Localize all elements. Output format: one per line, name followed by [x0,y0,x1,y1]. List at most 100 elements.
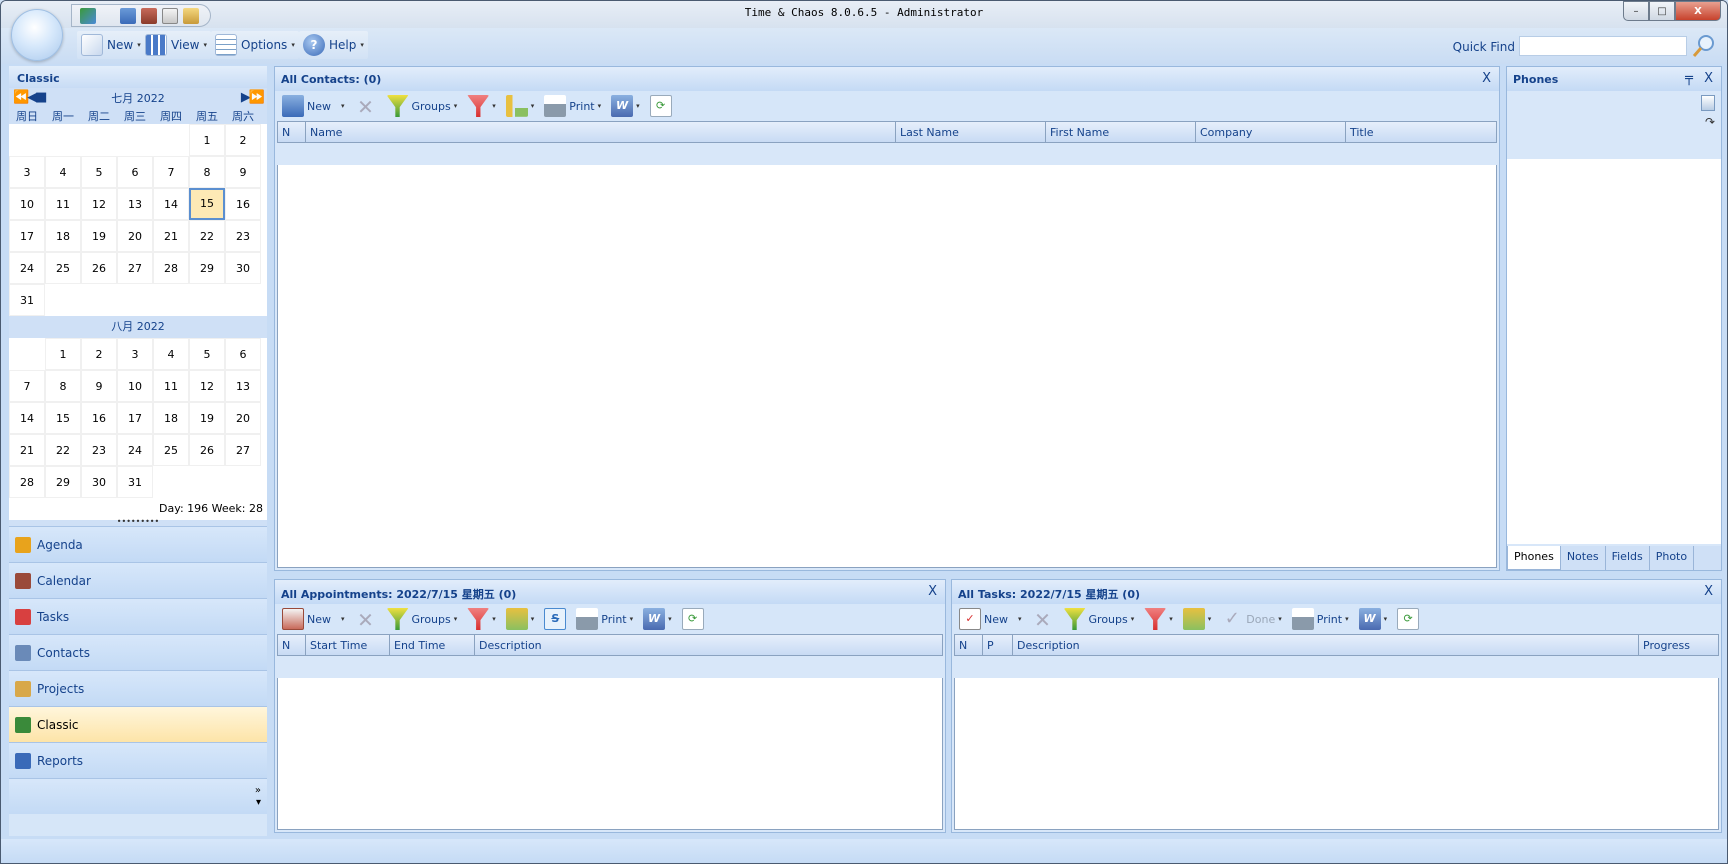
menu-options[interactable]: Options ▾ [211,31,299,59]
calendar-day[interactable]: 5 [81,156,117,188]
phones-list[interactable] [1507,159,1721,544]
calendar-day[interactable]: 22 [45,434,81,466]
refresh-button[interactable]: ⟳ [646,93,676,119]
new-appointment-icon[interactable] [141,7,157,24]
calendar-day[interactable]: 12 [189,370,225,402]
calendar-day[interactable]: 9 [81,370,117,402]
calendar-day[interactable]: 26 [81,252,117,284]
calendar-day[interactable]: 18 [45,220,81,252]
calendar-day[interactable]: 16 [81,402,117,434]
col-n[interactable]: N [954,635,982,655]
word-export-button[interactable]: W ▾ [1355,606,1392,632]
calendar-day[interactable]: 8 [189,156,225,188]
col-first-name[interactable]: First Name [1045,122,1195,142]
calendar-day[interactable]: 30 [81,466,117,498]
nav-more-button[interactable]: » ▾ [9,778,267,814]
nav-item-contacts[interactable]: Contacts [9,634,267,670]
filter-button[interactable]: ▾ [1140,606,1177,632]
groups-button[interactable]: Groups ▾ [383,93,462,119]
col-last-name[interactable]: Last Name [895,122,1045,142]
calendar-day[interactable]: 8 [45,370,81,402]
col-end-time[interactable]: End Time [389,635,474,655]
calendar-day[interactable]: 11 [45,188,81,220]
print-button[interactable]: Print ▾ [540,93,605,119]
menu-view[interactable]: View ▾ [141,31,211,59]
delete-button[interactable]: ✕ [1028,606,1058,632]
nav-item-agenda[interactable]: Agenda [9,526,267,562]
calendar-day[interactable]: 20 [225,402,261,434]
calendar-day[interactable]: 13 [117,188,153,220]
calendar-day[interactable]: 24 [9,252,45,284]
new-appointment-button[interactable]: New [278,606,335,632]
nav-item-classic[interactable]: Classic [9,706,267,742]
new-project-icon[interactable] [183,7,199,24]
delete-button[interactable]: ✕ [351,606,381,632]
calendar-day[interactable]: 30 [225,252,261,284]
pin-icon[interactable]: ╤ [1685,71,1693,86]
next-month-buttons[interactable]: ▶⏩ [241,90,265,105]
word-export-button[interactable]: W ▾ [607,93,644,119]
print-button[interactable]: Print ▾ [1288,606,1353,632]
col-name[interactable]: Name [305,122,895,142]
calendar-day[interactable]: 27 [117,252,153,284]
word-export-button[interactable]: W ▾ [639,606,676,632]
calendar-day[interactable]: 31 [117,466,153,498]
nav-item-projects[interactable]: Projects [9,670,267,706]
calendar-day[interactable]: 1 [45,338,81,370]
calendar-day[interactable]: 19 [189,402,225,434]
calendar-day[interactable]: 9 [225,156,261,188]
col-company[interactable]: Company [1195,122,1345,142]
calendar-day[interactable]: 5 [189,338,225,370]
new-dropdown[interactable]: ▾ [1014,606,1026,632]
calendar-day[interactable]: 11 [153,370,189,402]
col-priority[interactable]: P [982,635,1012,655]
calendar-day[interactable]: 10 [9,188,45,220]
calendar-day-today[interactable]: 15 [189,188,225,220]
calendar-day[interactable]: 16 [225,188,261,220]
tab-notes[interactable]: Notes [1561,546,1606,570]
calendar-day[interactable]: 12 [81,188,117,220]
new-task-button[interactable]: ✓ New [955,606,1012,632]
calendar-day[interactable]: 4 [45,156,81,188]
new-contact-button[interactable]: New [278,93,335,119]
calendar-day[interactable]: 14 [9,402,45,434]
filter-button[interactable]: ▾ [463,93,500,119]
close-icon[interactable]: X [1704,584,1713,599]
tree-view-button[interactable]: ▾ [502,606,539,632]
copy-icon[interactable] [1701,95,1715,111]
calendar-day[interactable]: 6 [225,338,261,370]
calendar-day[interactable]: 25 [153,434,189,466]
calendar-day[interactable]: 15 [45,402,81,434]
new-dropdown[interactable]: ▾ [337,93,349,119]
delete-button[interactable]: ✕ [351,93,381,119]
col-n[interactable]: N [277,635,305,655]
contacts-table-body[interactable] [277,165,1497,568]
calendar-day[interactable]: 23 [225,220,261,252]
calendar-day[interactable]: 1 [189,124,225,156]
calendar-day[interactable]: 28 [153,252,189,284]
refresh-button[interactable]: ⟳ [1393,606,1423,632]
calendar-day[interactable]: 27 [225,434,261,466]
calendar-day[interactable]: 3 [9,156,45,188]
calendar-day[interactable]: 6 [117,156,153,188]
calendar-day[interactable]: 24 [117,434,153,466]
calendar-day[interactable]: 13 [225,370,261,402]
new-contact-icon[interactable] [120,7,136,24]
strikethrough-button[interactable]: S [540,606,570,632]
filter-button[interactable]: ▾ [463,606,500,632]
col-title[interactable]: Title [1345,122,1496,142]
application-orb-button[interactable] [11,9,63,61]
calendar-day[interactable]: 4 [153,338,189,370]
maximize-button[interactable]: □ [1649,1,1675,21]
close-icon[interactable]: X [928,584,937,599]
calendar-day[interactable]: 23 [81,434,117,466]
tree-view-button[interactable]: ▾ [502,93,539,119]
menu-help[interactable]: ? Help ▾ [299,31,368,59]
redo-icon[interactable]: ↷ [1705,115,1715,129]
new-dropdown[interactable]: ▾ [337,606,349,632]
close-icon[interactable]: X [1704,71,1713,86]
tab-fields[interactable]: Fields [1606,546,1650,570]
col-progress[interactable]: Progress [1638,635,1718,655]
quick-find-input[interactable] [1519,36,1687,56]
minimize-button[interactable]: – [1623,1,1649,21]
